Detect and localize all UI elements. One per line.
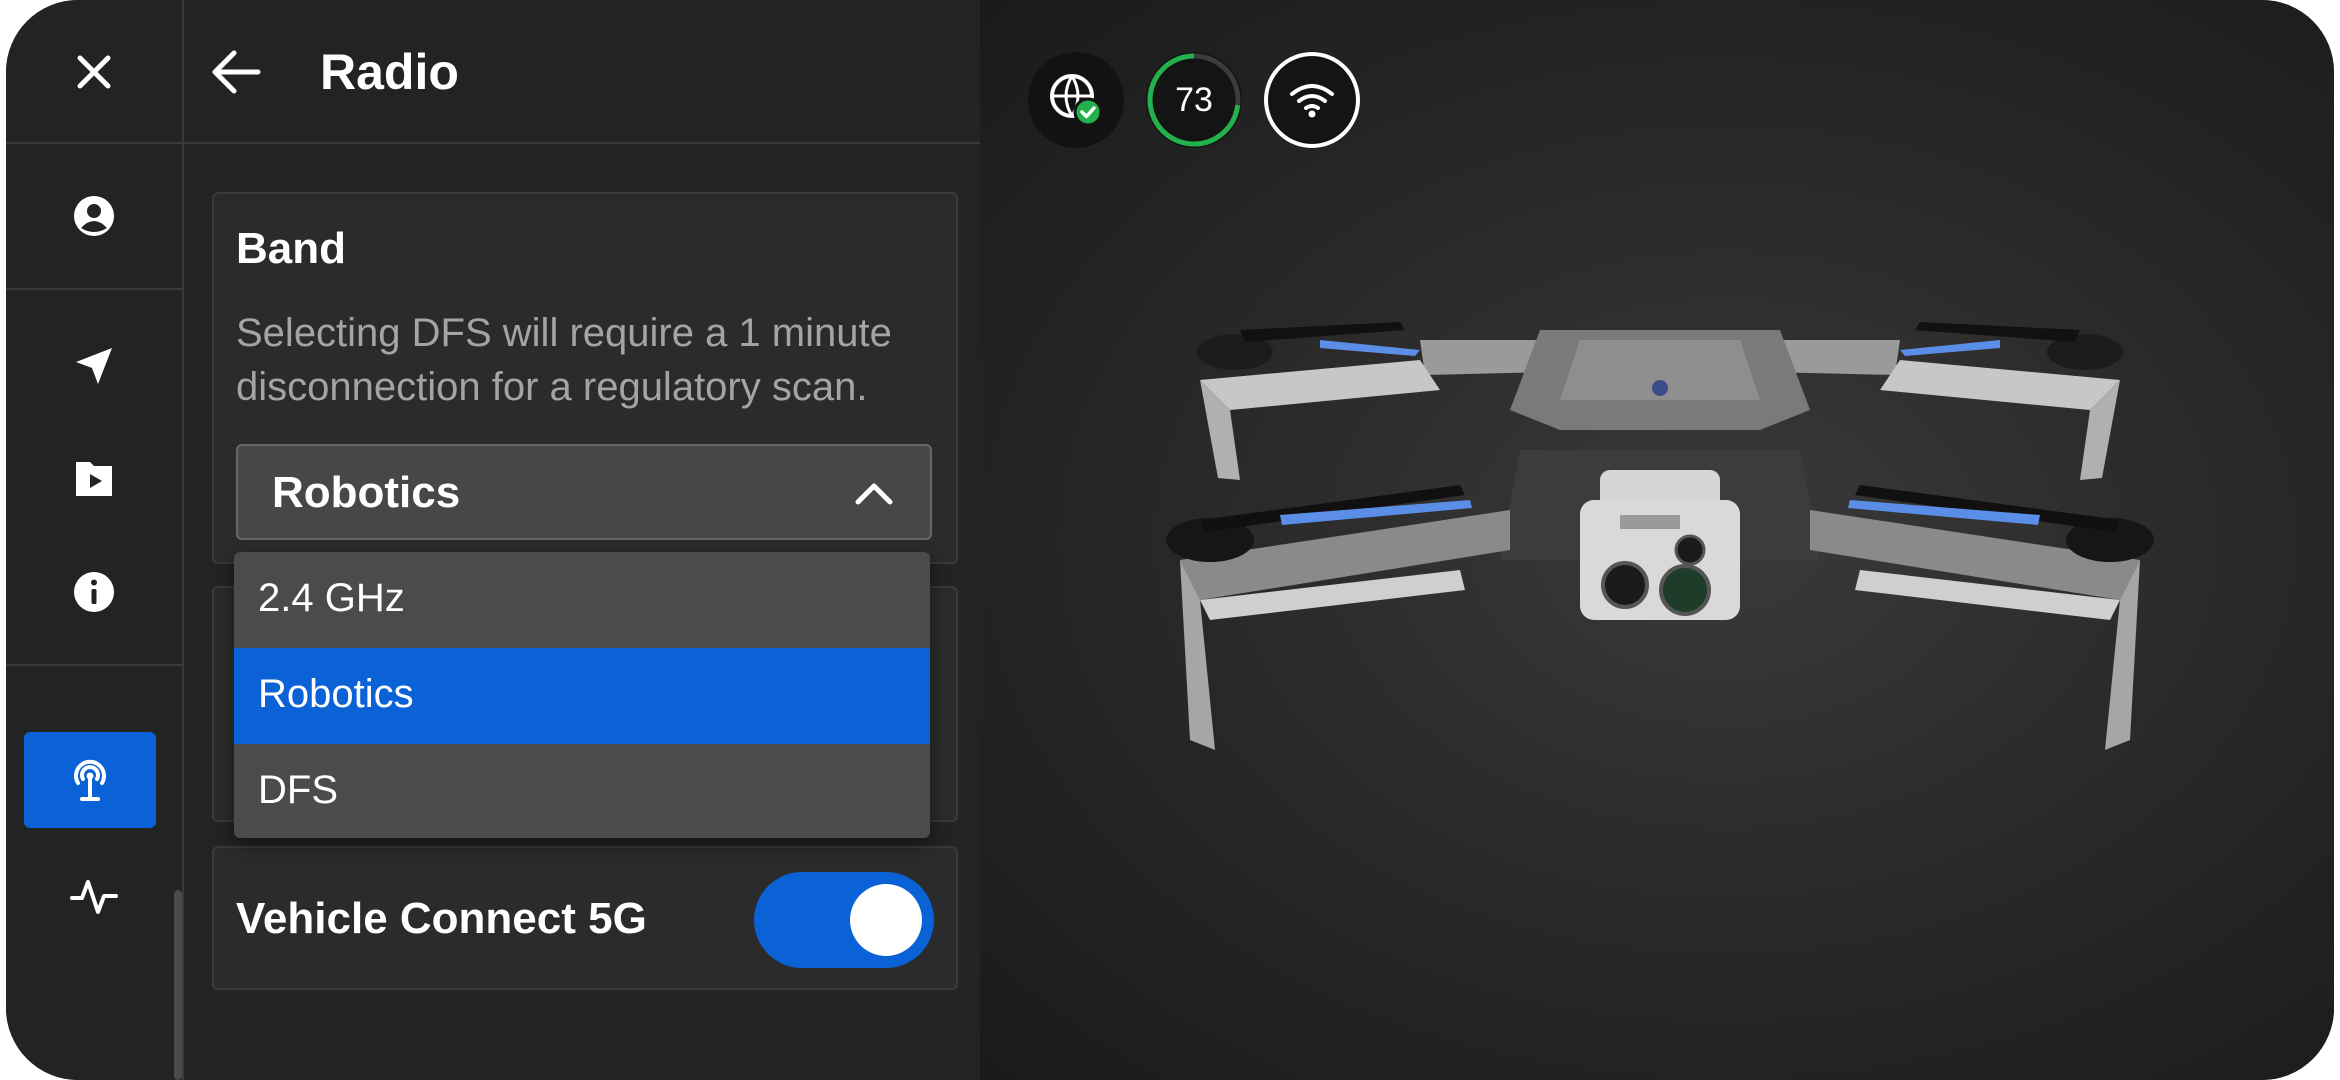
panel-header: Radio — [184, 0, 980, 144]
media-folder-icon — [76, 462, 112, 496]
rail-scrollbar[interactable] — [174, 890, 182, 1080]
rail-item-diagnostics[interactable] — [6, 848, 182, 944]
close-button[interactable] — [6, 24, 182, 120]
rail-item-radio[interactable] — [24, 732, 156, 828]
connectivity-status-button[interactable] — [1028, 52, 1124, 148]
rail-item-account[interactable] — [6, 168, 182, 264]
band-option-dfs[interactable]: DFS — [234, 744, 930, 838]
drone-preview: 73 — [980, 0, 2334, 1080]
battery-percent: 73 — [1175, 81, 1213, 119]
page-title: Radio — [320, 44, 459, 100]
back-arrow-icon[interactable] — [206, 42, 266, 102]
wifi-status-button[interactable] — [1264, 52, 1360, 148]
band-card: Band Selecting DFS will require a 1 minu… — [212, 192, 958, 564]
info-icon — [74, 572, 114, 612]
band-dropdown-menu: 2.4 GHz Robotics DFS — [234, 552, 930, 838]
wifi-icon — [1290, 84, 1334, 118]
band-option-2-4ghz[interactable]: 2.4 GHz — [234, 552, 930, 648]
rail-item-info[interactable] — [6, 544, 182, 640]
vehicle-connect-card: Vehicle Connect 5G — [212, 846, 958, 990]
vehicle-connect-toggle[interactable] — [754, 872, 934, 968]
rail-item-navigation[interactable] — [6, 318, 182, 414]
user-icon — [74, 196, 114, 236]
close-icon — [77, 55, 111, 89]
drone-image — [1166, 322, 2154, 750]
band-select[interactable]: Robotics — [236, 444, 932, 540]
band-option-robotics[interactable]: Robotics — [234, 648, 930, 744]
rail-item-media[interactable] — [6, 430, 182, 526]
band-title: Band — [236, 224, 346, 273]
vehicle-connect-label: Vehicle Connect 5G — [236, 894, 647, 943]
app-window: Radio Band Selecting DFS will require a … — [6, 0, 2334, 1080]
navigation-rail — [6, 0, 184, 1080]
globe-check-icon — [1050, 74, 1103, 127]
band-select-value: Robotics — [272, 468, 461, 517]
activity-icon — [70, 880, 118, 914]
radio-antenna-icon — [74, 759, 106, 801]
band-description: Selecting DFS will require a 1 minute di… — [236, 311, 892, 409]
settings-panel: Radio Band Selecting DFS will require a … — [184, 0, 980, 1080]
chevron-up-icon — [855, 483, 893, 505]
toggle-knob — [850, 884, 922, 956]
battery-status-button[interactable]: 73 — [1146, 52, 1242, 148]
navigation-icon — [76, 348, 112, 384]
